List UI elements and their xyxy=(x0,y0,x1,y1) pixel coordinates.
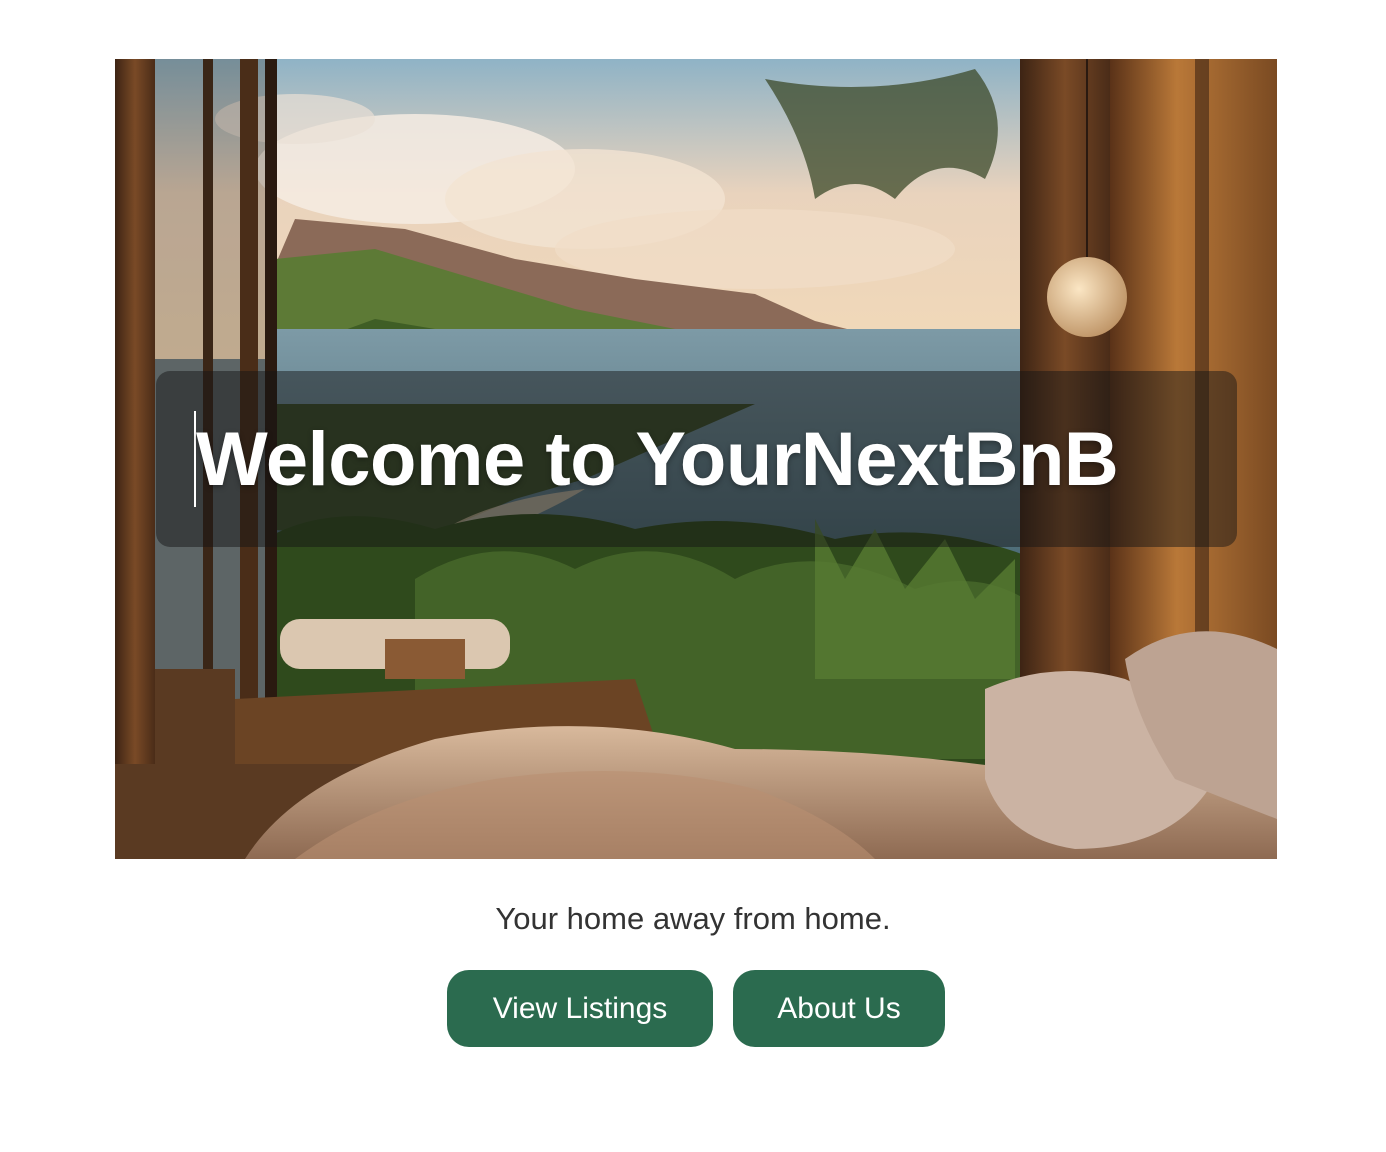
page-title: Welcome to YourNextBnB xyxy=(196,417,1119,502)
about-us-button[interactable]: About Us xyxy=(733,970,945,1047)
hero-banner: Welcome to YourNextBnB xyxy=(115,59,1277,859)
view-listings-button[interactable]: View Listings xyxy=(447,970,713,1047)
page: Welcome to YourNextBnB Your home away fr… xyxy=(0,0,1386,1152)
tagline: Your home away from home. xyxy=(495,901,891,936)
